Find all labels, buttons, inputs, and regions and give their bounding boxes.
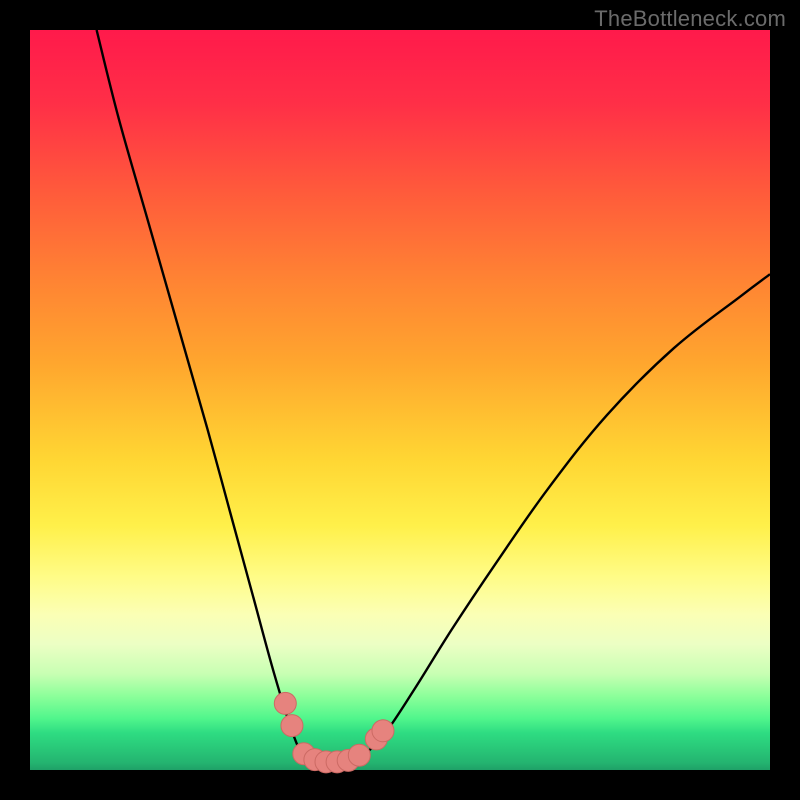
marker-dot — [274, 692, 296, 714]
bottleneck-curve — [97, 30, 770, 763]
valley-markers — [274, 692, 394, 772]
watermark-text: TheBottleneck.com — [594, 6, 786, 32]
marker-dot — [281, 715, 303, 737]
chart-frame: TheBottleneck.com — [0, 0, 800, 800]
marker-dot — [348, 744, 370, 766]
marker-dot — [372, 720, 394, 742]
plot-area — [30, 30, 770, 770]
curve-layer — [30, 30, 770, 770]
